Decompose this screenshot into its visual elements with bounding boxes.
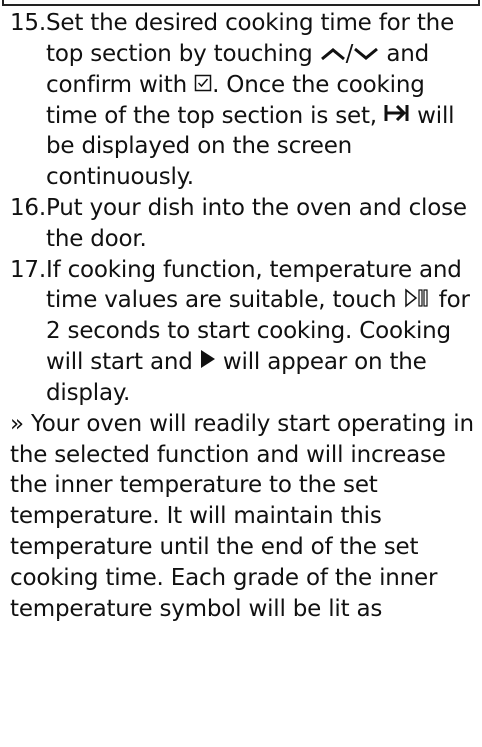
step-15: 15 Set the desired cooking time for the … (10, 8, 480, 193)
frame-top-border (2, 0, 480, 6)
step-number: 15 (10, 8, 46, 39)
chevron-up-icon (320, 39, 346, 70)
result-paragraph: » Your oven will readily start operating… (10, 410, 474, 622)
arrow-to-bar-icon (384, 101, 410, 132)
step-17: 17 If cooking function, temperature and … (10, 255, 480, 409)
chevron-down-icon (353, 39, 379, 70)
step-number: 17 (10, 255, 46, 286)
step-17-text-a: If cooking function, temperature and tim… (46, 256, 462, 314)
instruction-content: 15 Set the desired cooking time for the … (10, 8, 480, 624)
step-number: 16 (10, 193, 46, 224)
start-pause-icon (404, 286, 432, 317)
step-16: 16 Put your dish into the oven and close… (10, 193, 480, 255)
checkbox-confirm-icon (194, 70, 212, 101)
icon-separator: / (345, 40, 354, 67)
play-icon (200, 347, 216, 378)
step-16-text: Put your dish into the oven and close th… (46, 195, 467, 252)
